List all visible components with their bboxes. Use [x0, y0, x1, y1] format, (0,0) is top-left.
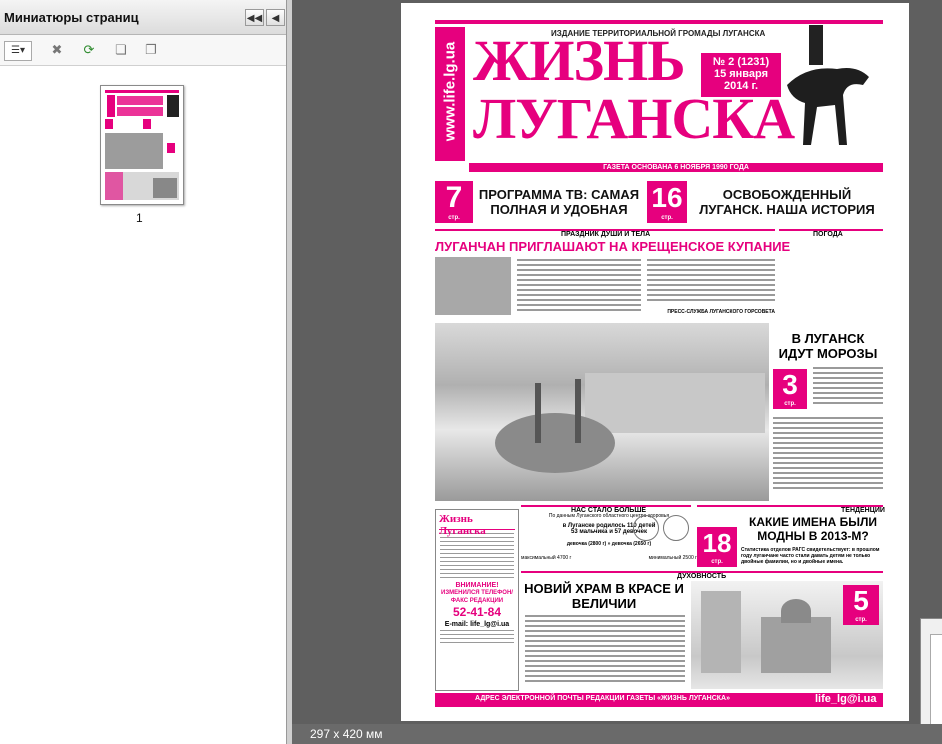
- box-attention: ВНИМАНИЕ!: [455, 582, 499, 589]
- box-logo: Жизнь Луганска: [439, 513, 515, 537]
- rubric-trends: ТЕНДЕНЦИИ: [841, 507, 885, 514]
- weather-body: [773, 417, 883, 492]
- options-dropdown[interactable]: ☰▾: [4, 41, 32, 61]
- thumbnail-teasers: [105, 119, 179, 129]
- births-max: максимальный 4700 г: [521, 555, 572, 561]
- teaser2-badge: 16 стр.: [647, 181, 687, 223]
- thumbnail-page-number: 1: [136, 211, 143, 225]
- article-col1: [517, 259, 641, 314]
- issue-date-line1: 15 января: [713, 68, 769, 80]
- rotate-page-icon[interactable]: ⟳: [80, 41, 98, 59]
- baby-girl-icon: [633, 515, 659, 541]
- thumbnail-photo: [105, 133, 163, 169]
- thumbnail-bottom: [105, 172, 179, 200]
- temple-page-label: стр.: [855, 617, 867, 623]
- page-size-label: 297 x 420 мм: [310, 727, 383, 741]
- names-page-label: стр.: [711, 559, 723, 565]
- insert-page-icon[interactable]: ❏: [112, 41, 130, 59]
- footer-bar: АДРЕС ЭЛЕКТРОННОЙ ПОЧТЫ РЕДАКЦИИ ГАЗЕТЫ …: [435, 693, 883, 707]
- thumbnails-header: Миниатюры страниц ◀◀ ◀: [0, 0, 286, 35]
- teaser1-number: 7: [445, 181, 463, 214]
- issue-box: № 2 (1231) 15 января 2014 г.: [701, 53, 781, 97]
- box-phone-title: ИЗМЕНИЛСЯ ТЕЛЕФОН/ФАКС РЕДАКЦИИ: [441, 590, 513, 604]
- masthead-top-rule: [435, 20, 883, 24]
- status-bar: 297 x 420 мм: [292, 724, 942, 744]
- names-badge: 18 стр.: [697, 527, 737, 567]
- issue-number: № 2 (1231): [712, 56, 770, 68]
- rubric-weather: ПОГОДА: [813, 231, 843, 238]
- press-signature: ПРЕСС-СЛУЖБА ЛУГАНСКОГО ГОРСОВЕТА: [667, 309, 775, 315]
- monument-icon: [787, 25, 869, 145]
- weather-page-label: стр.: [784, 401, 796, 407]
- editorial-box: Жизнь Луганска ВНИМАНИЕ! ИЗМЕНИЛСЯ ТЕЛЕФ…: [435, 509, 519, 691]
- teaser1-text: ПРОГРАММА ТВ: САМАЯ ПОЛНАЯ И УДОБНАЯ: [478, 187, 640, 217]
- box-email: E-mail: life_lg@i.ua: [444, 621, 510, 628]
- pane-splitter[interactable]: [287, 0, 292, 744]
- names-lead: Статистика отделов РАГС свидетельствует:…: [741, 547, 880, 565]
- close-pane-button[interactable]: ◀: [266, 9, 285, 26]
- weather-headline: В ЛУГАНСК ИДУТ МОРОЗЫ: [778, 331, 878, 361]
- teaser1-page-label: стр.: [448, 215, 460, 221]
- thumbnails-pane: Миниатюры страниц ◀◀ ◀ ☰▾ ✖ ⟳ ❏ ❐ 1: [0, 0, 287, 744]
- baptism-photo: [435, 257, 511, 315]
- births-min: минимальный 2500 г: [648, 555, 697, 561]
- births-weights: девочка (2800 г) » девочка (2650 г): [566, 541, 652, 547]
- url-strip: www.life.lg.ua: [435, 27, 465, 161]
- title-line2: Луганска: [473, 86, 795, 151]
- title-line1: Жизнь: [473, 28, 686, 93]
- headline-main: ЛУГАНЧАН ПРИГЛАШАЮТ НА КРЕЩЕНСКОЕ КУПАНИ…: [435, 239, 791, 254]
- overlapping-window-inner: [930, 634, 942, 726]
- teaser1-badge: 7 стр.: [435, 181, 473, 223]
- page-thumbnail[interactable]: [100, 85, 184, 205]
- site-url: www.life.lg.ua: [441, 41, 459, 142]
- article-col2: [647, 259, 775, 304]
- rubric-spirit: ДУХОВНОСТЬ: [677, 573, 727, 580]
- baby-boy-icon: [663, 515, 689, 541]
- founded-bar: ГАЗЕТА ОСНОВАНА 6 НОЯБРЯ 1990 ГОДА: [469, 163, 883, 172]
- issue-date-line2: 2014 г.: [723, 80, 759, 92]
- weather-lead: [813, 367, 883, 407]
- weather-number: 3: [782, 369, 798, 400]
- thumbnails-title: Миниатюры страниц: [4, 10, 139, 25]
- temple-text: [525, 615, 685, 685]
- thumbnails-toolbar: ☰▾ ✖ ⟳ ❏ ❐: [0, 35, 286, 66]
- teaser2-text: ОСВОБОЖДЕННЫЙ ЛУГАНСК. НАША ИСТОРИЯ: [699, 187, 875, 217]
- thumbnail-badge: [167, 143, 175, 153]
- teaser2-page-label: стр.: [661, 215, 673, 221]
- temple-headline: НОВИЙ ХРАМ В КРАСЕ И ВЕЛИЧИИ: [524, 581, 684, 611]
- weather-badge: 3 стр.: [773, 369, 807, 409]
- box-phone: 52-41-84: [452, 605, 502, 619]
- rubric-holiday: ПРАЗДНИК ДУШИ И ТЕЛА: [561, 231, 651, 238]
- footer-email: life_lg@i.ua: [815, 693, 877, 705]
- founded-text: ГАЗЕТА ОСНОВАНА 6 НОЯБРЯ 1990 ГОДА: [603, 164, 749, 171]
- footer-label: АДРЕС ЭЛЕКТРОННОЙ ПОЧТЫ РЕДАКЦИИ ГАЗЕТЫ …: [475, 695, 731, 702]
- names-number: 18: [702, 528, 732, 558]
- extract-page-icon[interactable]: ❐: [142, 41, 160, 59]
- main-photo: [435, 323, 769, 501]
- teaser2-number: 16: [651, 182, 683, 213]
- collapse-pane-button[interactable]: ◀◀: [245, 9, 264, 26]
- document-page: www.life.lg.ua ИЗДАНИЕ ТЕРРИТОРИАЛЬНОЙ Г…: [401, 3, 909, 721]
- thumbnail-masthead: [105, 90, 179, 119]
- temple-number: 5: [853, 585, 869, 616]
- names-headline: КАКИЕ ИМЕНА БЫЛИ МОДНЫ В 2013-М?: [749, 515, 877, 543]
- temple-badge: 5 стр.: [843, 585, 879, 625]
- delete-page-icon[interactable]: ✖: [48, 41, 66, 59]
